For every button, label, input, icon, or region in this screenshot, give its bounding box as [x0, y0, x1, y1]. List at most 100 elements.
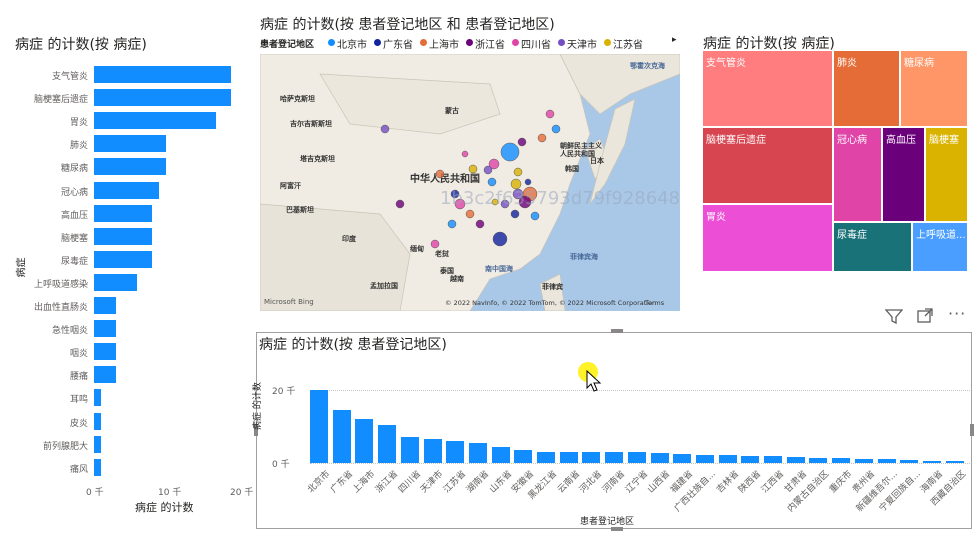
column[interactable]: [809, 457, 828, 463]
column-label: 山东省: [487, 469, 514, 496]
map-bubble[interactable]: [545, 109, 555, 119]
left-bar-chart[interactable]: 支气管炎 脑梗塞后遗症 胃炎 肺炎 糖尿病 冠心病 高血压 脑梗塞 尿毒症 上呼吸道感染 出血性直肠…: [0, 60, 253, 520]
map-bubble[interactable]: [510, 209, 520, 219]
map-bubble[interactable]: [492, 231, 508, 247]
bar[interactable]: [94, 66, 231, 83]
map-bubble[interactable]: [395, 199, 405, 209]
column[interactable]: [605, 452, 624, 463]
column[interactable]: [332, 410, 351, 463]
treemap-tile-label: 胃炎: [706, 212, 726, 223]
bar[interactable]: [94, 366, 116, 384]
bar[interactable]: [94, 227, 152, 245]
treemap-tile[interactable]: 糖尿病: [900, 50, 968, 127]
column[interactable]: [786, 457, 805, 463]
column[interactable]: [922, 460, 941, 463]
map-bubble[interactable]: [468, 164, 478, 174]
bar[interactable]: [94, 158, 166, 176]
column[interactable]: [650, 453, 669, 463]
map-bubble[interactable]: [435, 169, 445, 179]
map-bubble[interactable]: [461, 150, 469, 158]
map-terms-link[interactable]: Terms: [645, 299, 664, 307]
map-bubble[interactable]: [551, 124, 561, 134]
bar[interactable]: [94, 204, 152, 222]
bar[interactable]: [94, 112, 217, 130]
column[interactable]: [854, 458, 873, 463]
column[interactable]: [378, 424, 397, 463]
column[interactable]: [514, 450, 533, 463]
treemap-tile[interactable]: 尿毒症: [833, 222, 912, 272]
treemap-visual[interactable]: 支气管炎 肺炎 糖尿病 脑梗塞后遗症 冠心病 高血压 脑梗塞胃炎尿毒症 上呼吸道...: [702, 50, 968, 272]
bar[interactable]: [94, 458, 102, 476]
map-bubble[interactable]: [447, 219, 457, 229]
map-bubble[interactable]: [517, 137, 527, 147]
map-bubble[interactable]: [475, 219, 485, 229]
map-bubble[interactable]: [483, 165, 493, 175]
column[interactable]: [900, 460, 919, 463]
treemap-tile[interactable]: 脑梗塞后遗症: [702, 127, 833, 204]
map-bubble[interactable]: [524, 178, 532, 186]
resize-handle-top[interactable]: [611, 329, 623, 333]
column[interactable]: [877, 459, 896, 463]
column[interactable]: [446, 441, 465, 463]
more-options-icon[interactable]: ···: [948, 304, 966, 323]
bar-label: 冠心病: [60, 187, 88, 198]
map-bubble[interactable]: [530, 211, 540, 221]
resize-handle-bottom[interactable]: [611, 527, 623, 531]
focus-mode-icon[interactable]: [916, 308, 934, 328]
column[interactable]: [718, 454, 737, 463]
report-canvas: 病症 的计数(按 病症) 支气管炎 脑梗塞后遗症 胃炎 肺炎 糖尿病 冠心病 高血压 脑梗塞尿…: [0, 0, 979, 546]
map-bubble[interactable]: [380, 124, 390, 134]
legend-next-arrow-icon[interactable]: ▸: [672, 35, 677, 45]
map-bubble[interactable]: [487, 177, 497, 187]
filter-icon[interactable]: [884, 308, 904, 328]
treemap-tile-label: 冠心病: [837, 135, 867, 146]
bar[interactable]: [94, 435, 102, 453]
column[interactable]: [695, 454, 714, 463]
treemap-tile[interactable]: 冠心病: [833, 127, 882, 222]
map-visual[interactable]: 哈萨克斯坦 蒙古 吉尔吉斯斯坦 塔吉克斯坦 阿富汗 巴基斯坦 中华人民共和国 印度 孟加拉国 缅甸…: [260, 54, 680, 311]
treemap-tile[interactable]: 上呼吸道...: [912, 222, 968, 272]
column[interactable]: [355, 419, 374, 463]
bar[interactable]: [94, 320, 116, 338]
column[interactable]: [400, 437, 419, 463]
treemap-tile[interactable]: 肺炎: [833, 50, 900, 127]
column[interactable]: [945, 461, 964, 463]
bar[interactable]: [94, 273, 138, 291]
bar[interactable]: [94, 412, 102, 430]
resize-handle-right[interactable]: [970, 424, 974, 436]
bar[interactable]: [94, 89, 231, 107]
treemap-tile[interactable]: 脑梗塞: [925, 127, 968, 222]
column[interactable]: [673, 453, 692, 463]
gridline: [310, 463, 970, 464]
legend-marker: [374, 39, 381, 46]
column[interactable]: [310, 390, 328, 463]
column-label: 广东省: [328, 469, 355, 496]
map-bubble[interactable]: [513, 167, 523, 177]
bar[interactable]: [94, 181, 159, 199]
bar[interactable]: [94, 250, 152, 268]
map-bubble[interactable]: [465, 209, 475, 219]
treemap-tile[interactable]: 支气管炎: [702, 50, 833, 127]
map-bubble[interactable]: [430, 239, 440, 249]
column[interactable]: [423, 439, 442, 463]
treemap-tile[interactable]: 高血压: [882, 127, 925, 222]
column[interactable]: [559, 452, 578, 463]
bar[interactable]: [94, 343, 116, 361]
treemap-tile[interactable]: 胃炎: [702, 204, 833, 272]
map-bubble[interactable]: [500, 142, 520, 162]
column[interactable]: [832, 458, 851, 463]
column[interactable]: [741, 455, 760, 463]
column[interactable]: [627, 452, 646, 463]
bar[interactable]: [94, 297, 116, 314]
bar-label: 胃炎: [69, 118, 88, 129]
column[interactable]: [537, 452, 555, 463]
column[interactable]: [491, 446, 510, 463]
bar[interactable]: [94, 135, 166, 153]
column[interactable]: [468, 442, 487, 463]
bottom-column-chart[interactable]: 0 千 20 千北京市 广东省 上海市 浙江省 四川省 天津市 江苏省 湖南省 山东省 安徽省 黑龙江…: [270, 375, 970, 525]
legend-marker: [466, 39, 473, 46]
column[interactable]: [764, 456, 782, 463]
map-bubble[interactable]: [537, 133, 547, 143]
column[interactable]: [582, 452, 601, 463]
bar[interactable]: [94, 389, 102, 407]
